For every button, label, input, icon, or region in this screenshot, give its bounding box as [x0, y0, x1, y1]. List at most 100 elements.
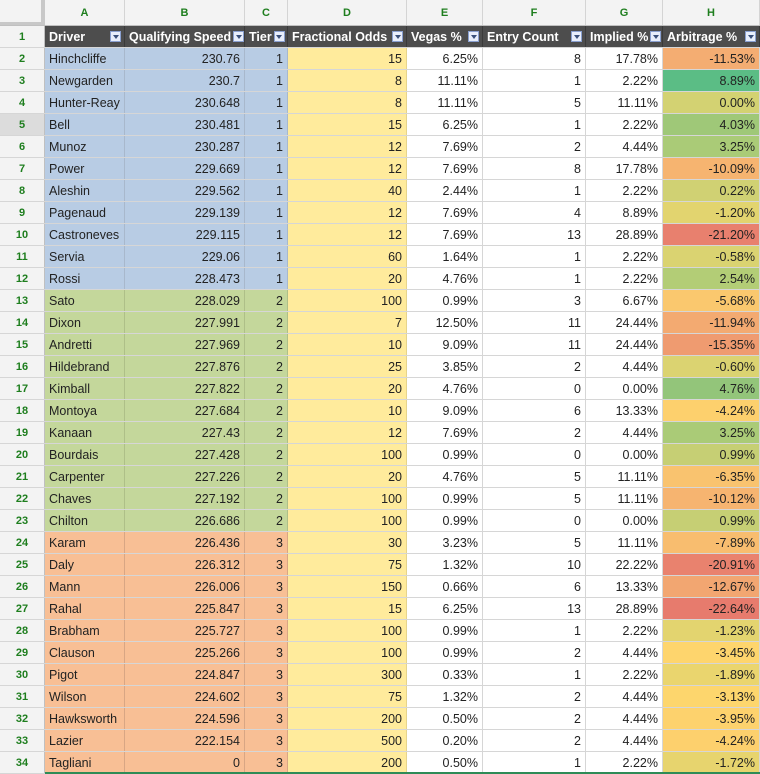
row-number[interactable]: 19 — [0, 422, 45, 443]
cell-driver[interactable]: Newgarden — [45, 70, 125, 91]
cell-entry-count[interactable]: 1 — [483, 664, 586, 685]
cell-entry-count[interactable]: 8 — [483, 48, 586, 69]
cell-qualifying-speed[interactable]: 230.481 — [125, 114, 245, 135]
cell-implied-pct[interactable]: 2.22% — [586, 268, 663, 289]
cell-fractional-odds[interactable]: 150 — [288, 576, 407, 597]
cell-driver[interactable]: Servia — [45, 246, 125, 267]
cell-fractional-odds[interactable]: 10 — [288, 334, 407, 355]
cell-implied-pct[interactable]: 11.11% — [586, 488, 663, 509]
cell-fractional-odds[interactable]: 12 — [288, 158, 407, 179]
header-driver[interactable]: Driver — [45, 26, 125, 47]
row-number[interactable]: 1 — [0, 26, 45, 47]
cell-entry-count[interactable]: 0 — [483, 444, 586, 465]
header-arbitrage-pct[interactable]: Arbitrage % — [663, 26, 760, 47]
cell-tier[interactable]: 3 — [245, 752, 288, 773]
row-number[interactable]: 28 — [0, 620, 45, 641]
filter-dropdown-icon[interactable] — [110, 31, 121, 42]
cell-tier[interactable]: 2 — [245, 356, 288, 377]
row-number[interactable]: 14 — [0, 312, 45, 333]
cell-fractional-odds[interactable]: 12 — [288, 136, 407, 157]
cell-implied-pct[interactable]: 0.00% — [586, 444, 663, 465]
cell-fractional-odds[interactable]: 100 — [288, 290, 407, 311]
cell-vegas-pct[interactable]: 0.99% — [407, 642, 483, 663]
header-implied-pct[interactable]: Implied % — [586, 26, 663, 47]
cell-tier[interactable]: 2 — [245, 422, 288, 443]
cell-tier[interactable]: 3 — [245, 554, 288, 575]
cell-vegas-pct[interactable]: 0.99% — [407, 444, 483, 465]
row-number[interactable]: 11 — [0, 246, 45, 267]
cell-arbitrage-pct[interactable]: -22.64% — [663, 598, 760, 619]
cell-entry-count[interactable]: 2 — [483, 730, 586, 751]
filter-dropdown-icon[interactable] — [468, 31, 479, 42]
cell-fractional-odds[interactable]: 75 — [288, 686, 407, 707]
cell-entry-count[interactable]: 1 — [483, 180, 586, 201]
cell-arbitrage-pct[interactable]: -11.94% — [663, 312, 760, 333]
cell-qualifying-speed[interactable]: 224.602 — [125, 686, 245, 707]
cell-arbitrage-pct[interactable]: 4.03% — [663, 114, 760, 135]
cell-entry-count[interactable]: 1 — [483, 114, 586, 135]
cell-implied-pct[interactable]: 2.22% — [586, 664, 663, 685]
cell-vegas-pct[interactable]: 0.99% — [407, 488, 483, 509]
cell-vegas-pct[interactable]: 4.76% — [407, 268, 483, 289]
cell-implied-pct[interactable]: 28.89% — [586, 224, 663, 245]
cell-implied-pct[interactable]: 13.33% — [586, 400, 663, 421]
cell-qualifying-speed[interactable]: 230.7 — [125, 70, 245, 91]
column-header-e[interactable]: E — [407, 0, 483, 25]
cell-entry-count[interactable]: 5 — [483, 466, 586, 487]
cell-driver[interactable]: Mann — [45, 576, 125, 597]
cell-implied-pct[interactable]: 2.22% — [586, 246, 663, 267]
cell-arbitrage-pct[interactable]: 0.00% — [663, 92, 760, 113]
column-header-b[interactable]: B — [125, 0, 245, 25]
cell-arbitrage-pct[interactable]: -3.95% — [663, 708, 760, 729]
row-number[interactable]: 16 — [0, 356, 45, 377]
cell-driver[interactable]: Kimball — [45, 378, 125, 399]
cell-driver[interactable]: Tagliani — [45, 752, 125, 773]
cell-fractional-odds[interactable]: 12 — [288, 422, 407, 443]
cell-tier[interactable]: 2 — [245, 312, 288, 333]
column-header-d[interactable]: D — [288, 0, 407, 25]
cell-qualifying-speed[interactable]: 225.727 — [125, 620, 245, 641]
cell-implied-pct[interactable]: 11.11% — [586, 92, 663, 113]
row-number[interactable]: 32 — [0, 708, 45, 729]
cell-arbitrage-pct[interactable]: -1.20% — [663, 202, 760, 223]
cell-entry-count[interactable]: 2 — [483, 136, 586, 157]
cell-arbitrage-pct[interactable]: 4.76% — [663, 378, 760, 399]
cell-implied-pct[interactable]: 0.00% — [586, 378, 663, 399]
cell-vegas-pct[interactable]: 7.69% — [407, 136, 483, 157]
cell-fractional-odds[interactable]: 100 — [288, 444, 407, 465]
header-fractional-odds[interactable]: Fractional Odds — [288, 26, 407, 47]
cell-driver[interactable]: Hawksworth — [45, 708, 125, 729]
cell-tier[interactable]: 3 — [245, 576, 288, 597]
cell-vegas-pct[interactable]: 0.66% — [407, 576, 483, 597]
cell-vegas-pct[interactable]: 6.25% — [407, 114, 483, 135]
cell-qualifying-speed[interactable]: 227.192 — [125, 488, 245, 509]
cell-arbitrage-pct[interactable]: -15.35% — [663, 334, 760, 355]
column-header-a[interactable]: A — [45, 0, 125, 25]
row-number[interactable]: 26 — [0, 576, 45, 597]
header-vegas-pct[interactable]: Vegas % — [407, 26, 483, 47]
row-number[interactable]: 3 — [0, 70, 45, 91]
cell-driver[interactable]: Hinchcliffe — [45, 48, 125, 69]
cell-entry-count[interactable]: 2 — [483, 686, 586, 707]
cell-fractional-odds[interactable]: 100 — [288, 510, 407, 531]
cell-driver[interactable]: Sato — [45, 290, 125, 311]
cell-fractional-odds[interactable]: 100 — [288, 620, 407, 641]
cell-driver[interactable]: Chilton — [45, 510, 125, 531]
cell-implied-pct[interactable]: 4.44% — [586, 708, 663, 729]
cell-entry-count[interactable]: 3 — [483, 290, 586, 311]
cell-implied-pct[interactable]: 13.33% — [586, 576, 663, 597]
cell-driver[interactable]: Bell — [45, 114, 125, 135]
row-number[interactable]: 2 — [0, 48, 45, 69]
cell-vegas-pct[interactable]: 7.69% — [407, 202, 483, 223]
cell-driver[interactable]: Rahal — [45, 598, 125, 619]
cell-qualifying-speed[interactable]: 228.473 — [125, 268, 245, 289]
cell-fractional-odds[interactable]: 15 — [288, 114, 407, 135]
cell-arbitrage-pct[interactable]: -0.60% — [663, 356, 760, 377]
cell-vegas-pct[interactable]: 0.50% — [407, 752, 483, 773]
cell-driver[interactable]: Pagenaud — [45, 202, 125, 223]
cell-implied-pct[interactable]: 4.44% — [586, 686, 663, 707]
cell-arbitrage-pct[interactable]: 3.25% — [663, 136, 760, 157]
cell-tier[interactable]: 3 — [245, 708, 288, 729]
cell-qualifying-speed[interactable]: 222.154 — [125, 730, 245, 751]
cell-qualifying-speed[interactable]: 226.686 — [125, 510, 245, 531]
